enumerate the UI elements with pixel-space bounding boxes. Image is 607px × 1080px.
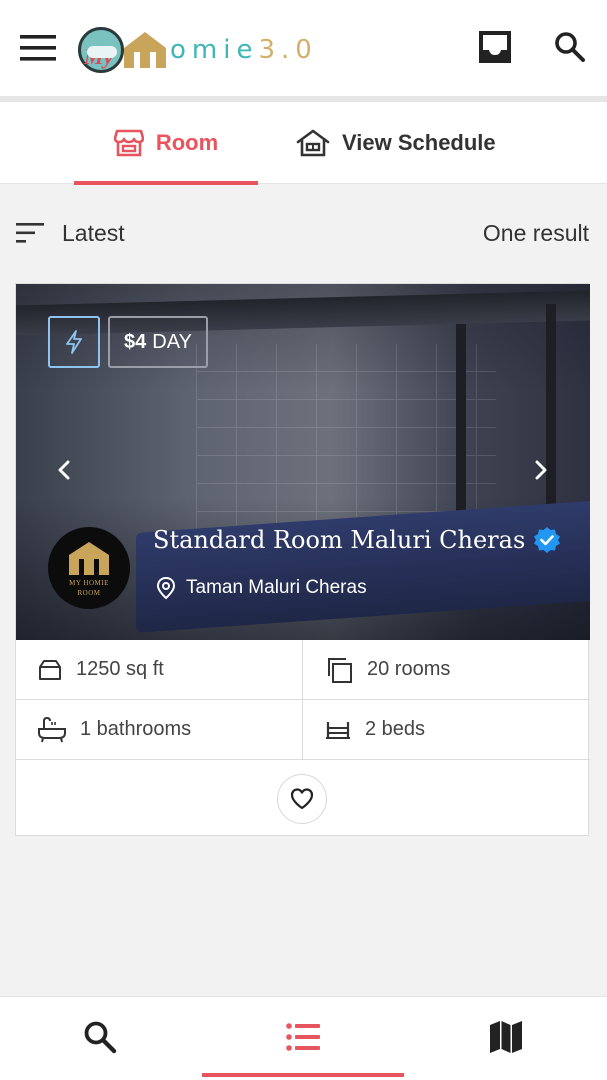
map-icon (490, 1021, 522, 1053)
app-logo[interactable]: My omie3.0 (78, 24, 318, 76)
price-badge: $4 DAY (108, 316, 208, 368)
room-title-text: Standard Room Maluri Cheras (153, 526, 526, 554)
instant-book-badge (48, 316, 100, 368)
menu-icon (20, 35, 56, 61)
sort-icon (16, 223, 44, 243)
stat-rooms-value: 20 rooms (367, 658, 451, 680)
tab-bar: Room View Schedule (0, 102, 607, 185)
inbox-button[interactable] (470, 24, 520, 70)
stat-area: 1250 sq ft (16, 640, 303, 700)
sort-bar: Latest One result (0, 204, 607, 262)
search-icon (84, 1021, 117, 1054)
stat-area-value: 1250 sq ft (76, 658, 164, 680)
logo-wordmark: omie3.0 (170, 35, 318, 65)
bottom-nav-map[interactable] (405, 997, 607, 1077)
bathtub-icon (38, 716, 66, 742)
bed-icon (326, 721, 350, 739)
logo-wordmark-gold: 3.0 (258, 35, 318, 65)
photo-prev-button[interactable] (46, 452, 82, 488)
stat-beds-value: 2 beds (365, 718, 426, 740)
menu-button[interactable] (14, 26, 62, 70)
tab-room-label: Room (155, 130, 219, 155)
bottom-navigation (0, 996, 607, 1080)
house-icon (296, 129, 330, 157)
room-location: Taman Maluri Cheras (156, 576, 367, 600)
bottom-nav-search[interactable] (0, 997, 200, 1077)
tab-view-schedule[interactable]: View Schedule (296, 102, 516, 184)
location-pin-icon (156, 576, 176, 600)
box-icon (39, 659, 61, 680)
copy-rooms-icon (328, 657, 352, 683)
store-icon (113, 129, 144, 157)
sort-label: Latest (62, 219, 125, 246)
bottom-nav-list[interactable] (202, 997, 404, 1077)
favorite-button[interactable] (277, 774, 327, 824)
logo-wordmark-teal: omie (170, 35, 259, 65)
chevron-right-icon (535, 460, 547, 480)
search-button[interactable] (545, 24, 595, 70)
price-unit: DAY (152, 330, 192, 353)
owner-avatar-subtext: ROOM (77, 589, 101, 597)
chevron-left-icon (58, 460, 70, 480)
list-icon (286, 1023, 320, 1051)
tab-active-indicator (74, 181, 258, 185)
room-photo[interactable]: $4 DAY MY HOMIE ROOM Standard Room Malur… (16, 284, 590, 640)
logo-house-icon (124, 32, 166, 68)
logo-mascot: My (78, 27, 124, 73)
bottom-nav-active-indicator (202, 1073, 404, 1077)
search-icon (555, 32, 585, 62)
sort-button[interactable]: Latest (16, 216, 125, 250)
top-app-bar: My omie3.0 (0, 0, 607, 96)
owner-avatar-text: MY HOMIE (69, 579, 109, 587)
photo-bunk-frame (16, 290, 590, 336)
inbox-icon (479, 31, 511, 63)
heart-icon (290, 788, 314, 810)
stat-bathrooms: 1 bathrooms (16, 700, 303, 760)
stat-bathrooms-value: 1 bathrooms (80, 718, 192, 740)
tab-view-schedule-label: View Schedule (342, 130, 496, 155)
room-location-text: Taman Maluri Cheras (186, 577, 367, 598)
result-count: One result (482, 220, 589, 246)
lightning-icon (66, 330, 82, 354)
stat-rooms: 20 rooms (303, 640, 590, 700)
logo-my-text: My (84, 44, 114, 69)
room-title[interactable]: Standard Room Maluri Cheras (153, 526, 561, 554)
price-value: $4 (124, 330, 147, 353)
room-card[interactable]: $4 DAY MY HOMIE ROOM Standard Room Malur… (15, 283, 590, 836)
verified-badge-icon (534, 527, 561, 553)
owner-avatar[interactable]: MY HOMIE ROOM (48, 527, 130, 609)
stat-beds: 2 beds (303, 700, 590, 760)
tab-room[interactable]: Room (74, 102, 258, 185)
my-homie-room-logo-icon (69, 542, 109, 575)
photo-next-button[interactable] (523, 452, 559, 488)
